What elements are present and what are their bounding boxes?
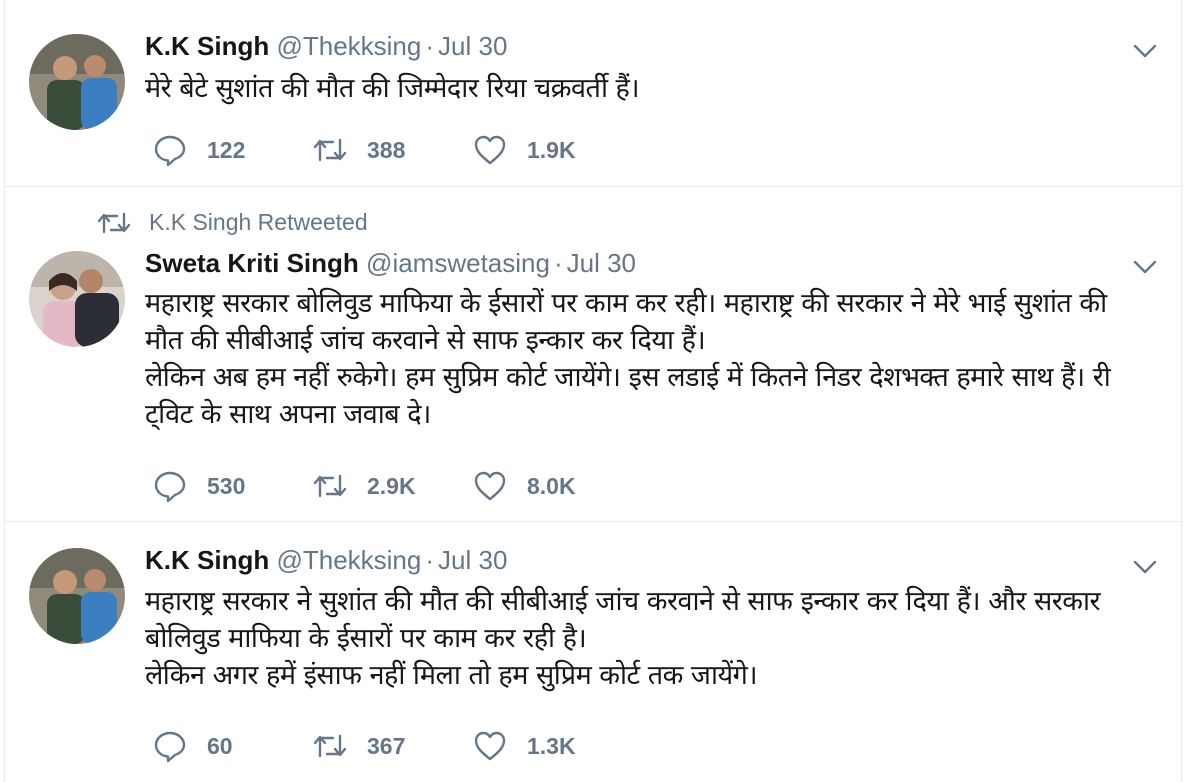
- tweet-text: महाराष्ट्र सरकार बोलिवुड माफिया के ईसारो…: [145, 288, 1111, 430]
- like-count: 1.9K: [527, 136, 576, 163]
- retweet-button[interactable]: 388: [313, 133, 473, 167]
- tweet-header: K.K Singh @Thekksing · Jul 30: [145, 545, 1121, 575]
- like-count: 1.3K: [527, 732, 576, 759]
- reply-button[interactable]: 122: [153, 133, 313, 167]
- author-handle[interactable]: @Thekksing: [276, 31, 421, 61]
- tweet-date[interactable]: Jul 30: [567, 248, 636, 278]
- chevron-down-icon[interactable]: [1131, 556, 1159, 578]
- retweet-count: 367: [367, 732, 406, 759]
- heart-icon: [474, 731, 506, 761]
- chevron-down-icon[interactable]: [1131, 40, 1159, 62]
- like-button[interactable]: 8.0K: [473, 469, 633, 503]
- reply-count: 60: [207, 732, 233, 759]
- tweet-header: Sweta Kriti Singh @iamswetasing · Jul 30: [145, 248, 1121, 278]
- reply-count: 530: [207, 472, 246, 499]
- separator-dot: ·: [425, 545, 435, 575]
- tweet-actions: 122 388 1.9K: [153, 133, 633, 167]
- tweet-text: महाराष्ट्र सरकार ने सुशांत की मौत की सीब…: [145, 586, 1101, 691]
- retweet-context-label[interactable]: K.K Singh Retweeted: [149, 209, 368, 236]
- avatar[interactable]: [29, 251, 125, 347]
- reply-icon: [154, 471, 186, 503]
- author-name[interactable]: K.K Singh: [145, 545, 269, 575]
- like-button[interactable]: 1.3K: [473, 729, 633, 763]
- avatar[interactable]: [29, 34, 125, 130]
- tweet[interactable]: K.K Singh Retweeted Sweta Kriti Singh @i…: [5, 187, 1181, 522]
- tweet-text: मेरे बेटे सुशांत की मौत की जिम्मेदार रिय…: [145, 73, 640, 104]
- author-handle[interactable]: @Thekksing: [276, 545, 421, 575]
- retweet-count: 388: [367, 136, 406, 163]
- tweet-feed: K.K Singh @Thekksing · Jul 30 मेरे बेटे सु…: [4, 0, 1182, 782]
- author-name[interactable]: K.K Singh: [145, 31, 269, 61]
- heart-icon: [474, 135, 506, 165]
- avatar[interactable]: [29, 548, 125, 644]
- author-name[interactable]: Sweta Kriti Singh: [145, 248, 359, 278]
- reply-button[interactable]: 60: [153, 729, 313, 763]
- tweet[interactable]: K.K Singh @Thekksing · Jul 30 महाराष्ट्र स…: [5, 522, 1181, 782]
- reply-count: 122: [207, 136, 246, 163]
- tweet-actions: 530 2.9K 8.0K: [153, 469, 633, 503]
- separator-dot: ·: [425, 31, 435, 61]
- retweet-icon: [313, 474, 347, 498]
- retweet-icon: [313, 138, 347, 162]
- tweet[interactable]: K.K Singh @Thekksing · Jul 30 मेरे बेटे सु…: [5, 0, 1181, 187]
- retweet-context: K.K Singh Retweeted: [97, 209, 368, 236]
- tweet-date[interactable]: Jul 30: [438, 545, 507, 575]
- retweet-button[interactable]: 367: [313, 729, 473, 763]
- separator-dot: ·: [553, 248, 563, 278]
- tweet-date[interactable]: Jul 30: [438, 31, 507, 61]
- retweet-icon: [313, 734, 347, 758]
- tweet-header: K.K Singh @Thekksing · Jul 30: [145, 31, 1121, 61]
- like-button[interactable]: 1.9K: [473, 133, 633, 167]
- reply-button[interactable]: 530: [153, 469, 313, 503]
- retweet-icon: [97, 212, 131, 233]
- heart-icon: [474, 471, 506, 501]
- like-count: 8.0K: [527, 472, 576, 499]
- tweet-actions: 60 367 1.3K: [153, 729, 633, 763]
- retweet-count: 2.9K: [367, 472, 416, 499]
- author-handle[interactable]: @iamswetasing: [366, 248, 550, 278]
- reply-icon: [154, 135, 186, 167]
- reply-icon: [154, 731, 186, 763]
- retweet-button[interactable]: 2.9K: [313, 469, 473, 503]
- chevron-down-icon[interactable]: [1131, 256, 1159, 278]
